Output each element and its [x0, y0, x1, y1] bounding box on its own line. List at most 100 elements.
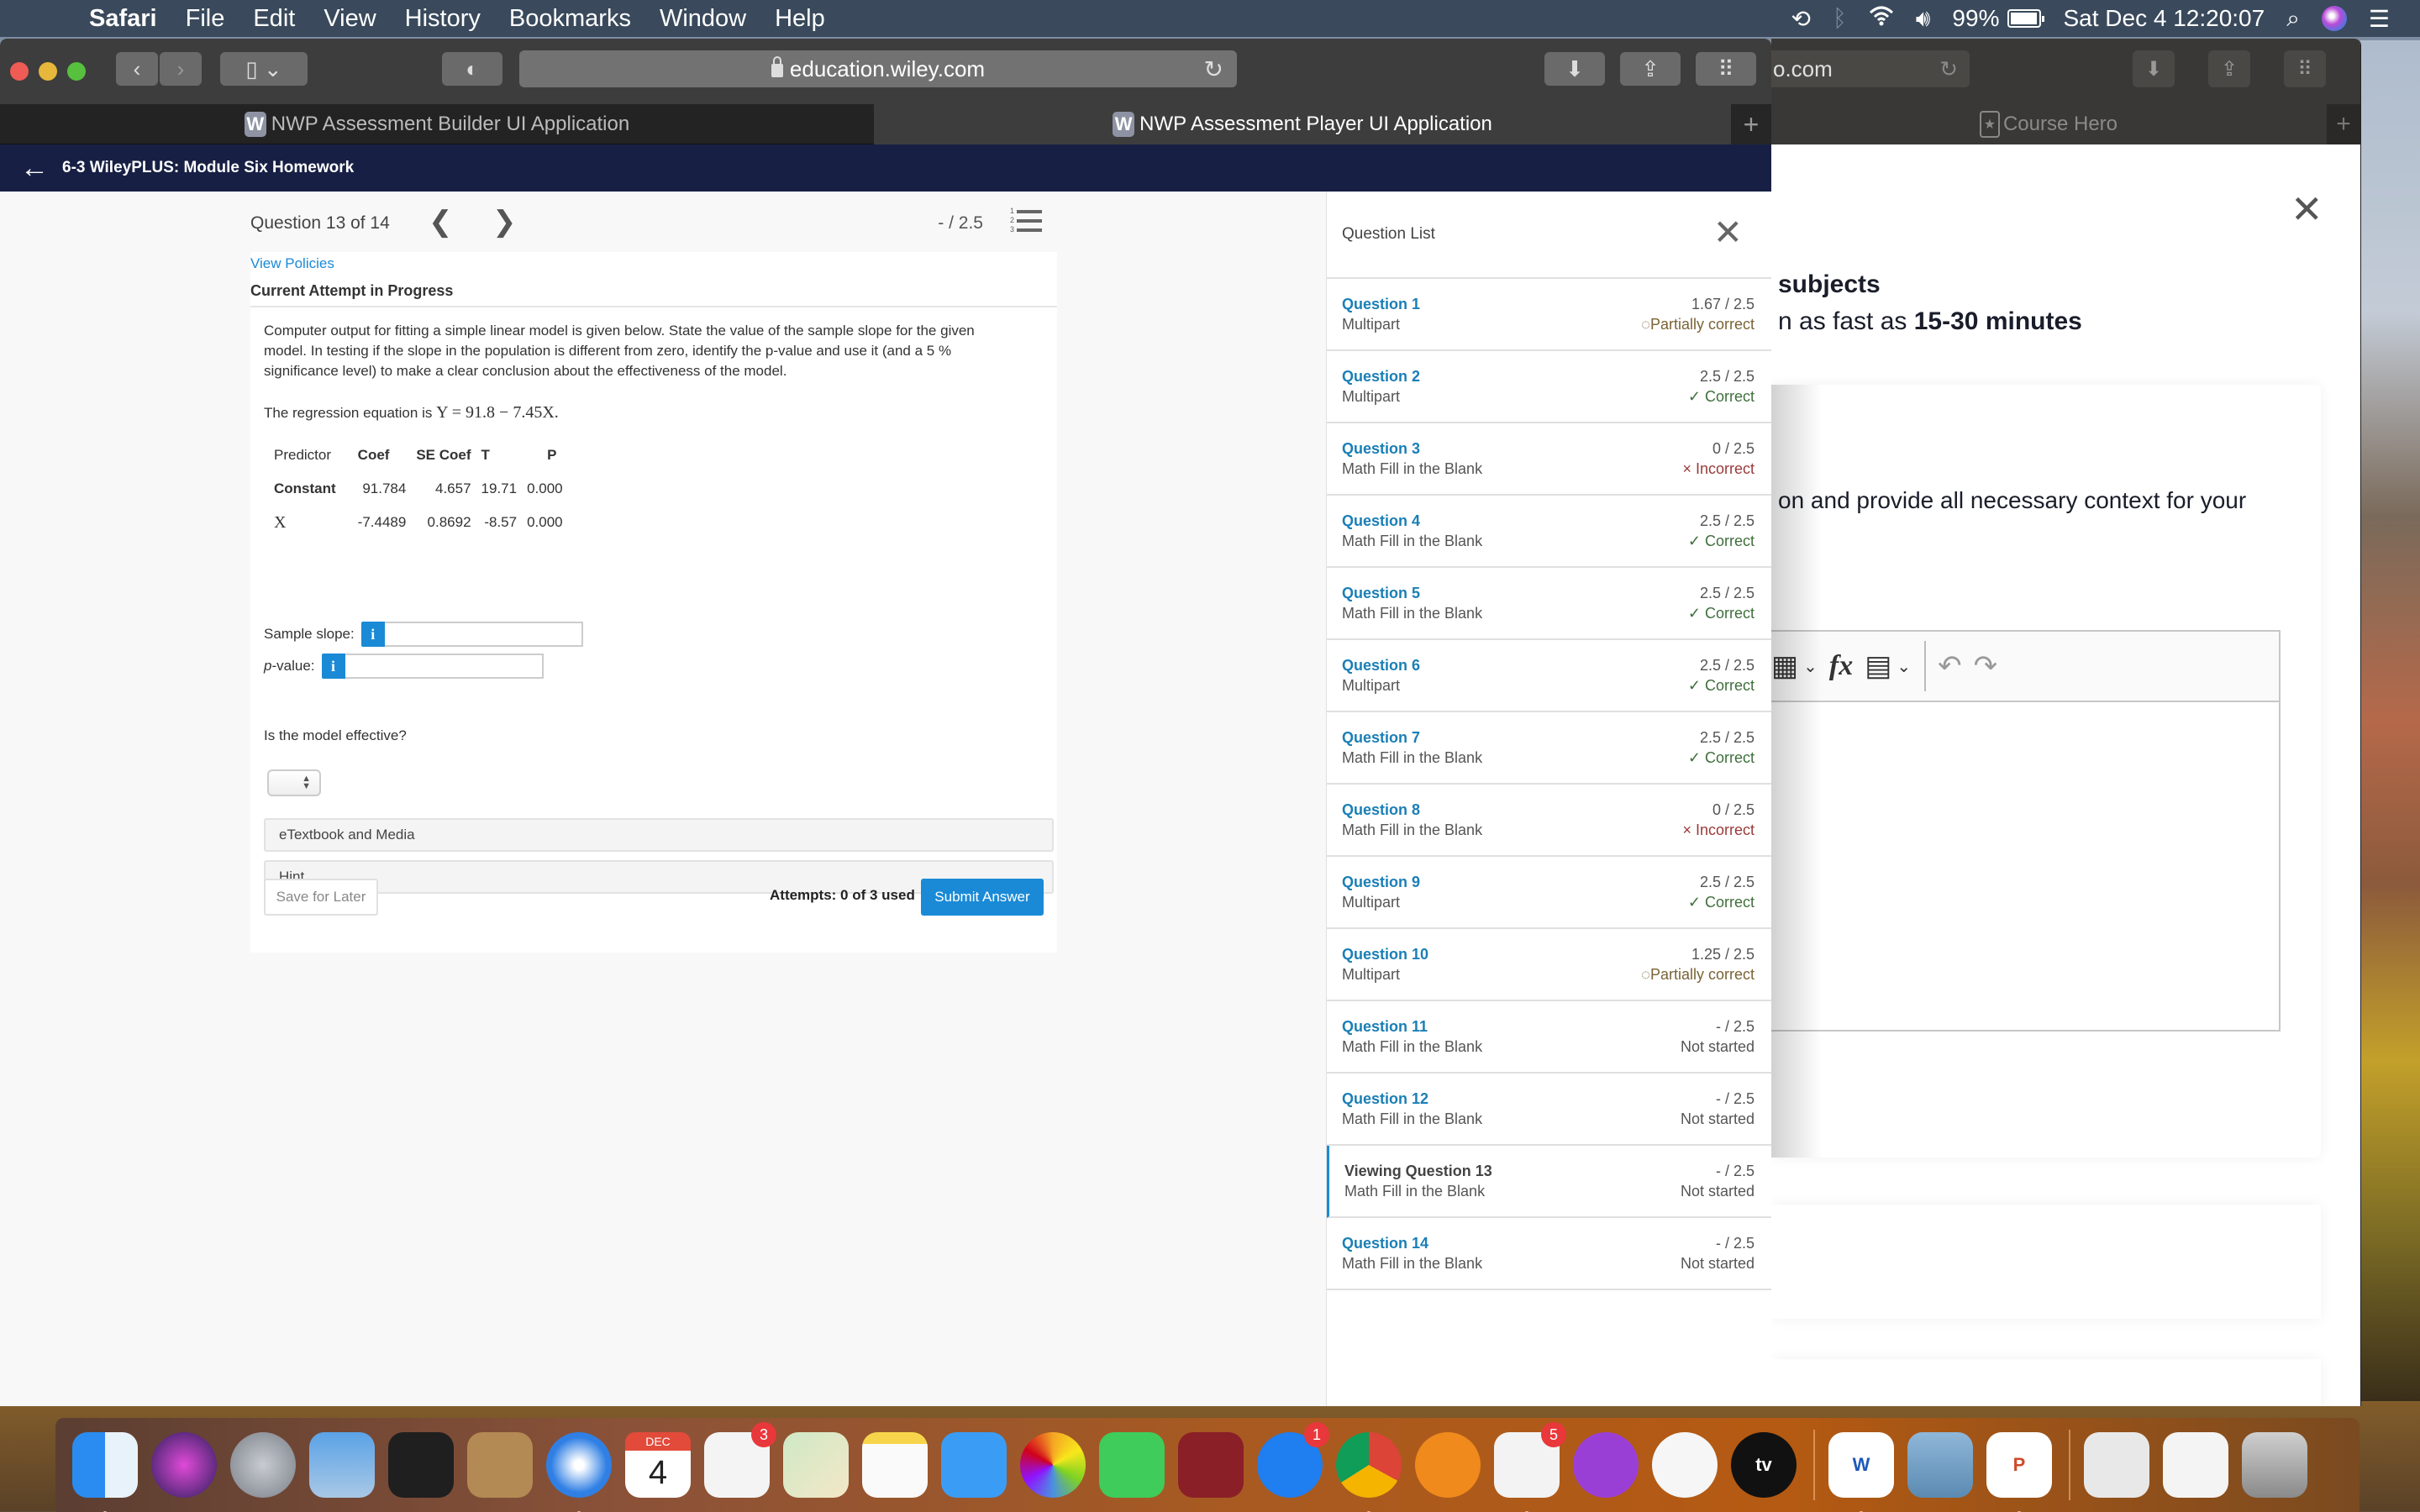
question-link[interactable]: Viewing Question 13 [1344, 1163, 1492, 1180]
question-list-item[interactable]: Question 12 Math Fill in the Blank - / 2.5… [1327, 1074, 1771, 1146]
question-list-item[interactable]: Question 10 Multipart 1.25 / 2.5 ◌Partially… [1327, 929, 1771, 1001]
dock-mail-icon[interactable] [309, 1432, 375, 1498]
undo-icon[interactable]: ↶ [1938, 649, 1962, 683]
sample-slope-input[interactable] [384, 622, 583, 647]
question-link[interactable]: Question 1 [1342, 296, 1420, 313]
menu-help[interactable]: Help [775, 5, 825, 33]
wifi-icon[interactable] [1869, 5, 1894, 32]
question-list-item[interactable]: Question 7 Math Fill in the Blank 2.5 / 2.… [1327, 712, 1771, 785]
close-window-button[interactable] [10, 62, 29, 81]
etextbook-media-button[interactable]: eTextbook and Media [264, 818, 1054, 852]
question-link[interactable]: Question 3 [1342, 440, 1420, 458]
dock-powerpoint-icon[interactable]: P [1986, 1432, 2052, 1512]
rich-text-editor[interactable]: ▦ ⌄ fx ▤ ⌄ ↶ ↷ [1771, 630, 2281, 1032]
question-link[interactable]: Question 8 [1342, 801, 1420, 819]
dock-books-icon[interactable] [1415, 1432, 1481, 1498]
dock-finder-icon[interactable] [72, 1432, 138, 1512]
question-list-item[interactable]: Question 3 Math Fill in the Blank 0 / 2.5 ×… [1327, 423, 1771, 496]
volume-icon[interactable]: 🔊︎ [1916, 5, 1931, 33]
question-link[interactable]: Question 10 [1342, 946, 1428, 963]
dock-microsoft-autoupdate-icon[interactable]: 5 [1494, 1422, 1566, 1512]
menu-bookmarks[interactable]: Bookmarks [509, 5, 631, 33]
sidebar-toggle-button[interactable]: ▯ ⌄ [220, 52, 308, 86]
chevron-down-icon[interactable]: ⌄ [1897, 656, 1911, 677]
minimize-window-button[interactable] [39, 62, 57, 81]
info-icon[interactable]: i [321, 654, 345, 679]
dock-mission-control-icon[interactable] [388, 1432, 454, 1498]
reload-icon[interactable]: ↻ [1204, 55, 1223, 83]
question-link[interactable]: Question 12 [1342, 1090, 1428, 1108]
question-link[interactable]: Question 7 [1342, 729, 1420, 747]
dock-chrome-icon[interactable] [1336, 1432, 1402, 1512]
share-button[interactable]: ⇪ [2208, 50, 2250, 87]
siri-icon[interactable] [2321, 6, 2347, 31]
address-bar-secondary[interactable]: o.com ↻ [1771, 50, 1970, 87]
question-list-toggle-icon[interactable]: 1 2 3 [1010, 207, 1044, 235]
dock-podcasts-icon[interactable] [1573, 1432, 1639, 1498]
menu-edit[interactable]: Edit [253, 5, 295, 33]
view-policies-link[interactable]: View Policies [250, 255, 334, 272]
dock-news-icon[interactable] [1652, 1432, 1718, 1498]
clock[interactable]: Sat Dec 4 12:20:07 [2063, 5, 2265, 32]
question-list-item[interactable]: Question 8 Math Fill in the Blank 0 / 2.5 ×… [1327, 785, 1771, 857]
dock-reminders-icon[interactable]: 3 [704, 1422, 776, 1498]
dock-safari-icon[interactable] [546, 1432, 612, 1512]
share-button[interactable]: ⇪ [1620, 52, 1681, 86]
menu-history[interactable]: History [405, 5, 481, 33]
menu-file[interactable]: File [186, 5, 225, 33]
code-snippet-icon[interactable]: ▤ [1865, 649, 1891, 683]
question-list-item[interactable]: Question 11 Math Fill in the Blank - / 2.5… [1327, 1001, 1771, 1074]
dock-document-stack-icon[interactable] [2084, 1432, 2149, 1498]
submit-answer-button[interactable]: Submit Answer [921, 879, 1044, 916]
question-list-item[interactable]: Question 9 Multipart 2.5 / 2.5 ✓ Correct [1327, 857, 1771, 929]
dock-launchpad-icon[interactable] [230, 1432, 296, 1498]
question-list-item[interactable]: Viewing Question 13 Math Fill in the Blan… [1327, 1146, 1771, 1218]
menu-app-name[interactable]: Safari [89, 5, 157, 33]
question-link[interactable]: Question 4 [1342, 512, 1420, 530]
dock-calendar-icon[interactable]: 4 DEC [625, 1432, 691, 1498]
question-link[interactable]: Question 2 [1342, 368, 1420, 386]
formula-icon[interactable]: fx [1829, 650, 1853, 682]
previous-question-button[interactable]: ❮ [429, 205, 453, 239]
dock-apple-tv-icon[interactable]: tv [1731, 1432, 1797, 1498]
question-list-item[interactable]: Question 6 Multipart 2.5 / 2.5 ✓ Correct [1327, 640, 1771, 712]
battery-icon[interactable] [2007, 9, 2045, 28]
effective-select[interactable]: ▲ ▼ [267, 769, 321, 796]
dock-safari-window-icon[interactable] [2163, 1432, 2228, 1498]
dock-word-icon[interactable]: W [1828, 1432, 1894, 1512]
dock-contacts-icon[interactable] [467, 1432, 533, 1498]
forward-button[interactable]: › [160, 52, 202, 86]
tab-overview-button[interactable]: ⠿ [1696, 52, 1756, 86]
breadcrumb[interactable]: 6-3 WileyPLUS: Module Six Homework [62, 159, 354, 177]
privacy-report-button[interactable]: ◐ [442, 52, 502, 86]
address-bar[interactable]: education.wiley.com ↻ [519, 50, 1237, 87]
info-icon[interactable]: i [360, 622, 385, 647]
question-list-item[interactable]: Question 4 Math Fill in the Blank 2.5 / 2.… [1327, 496, 1771, 568]
menu-window[interactable]: Window [660, 5, 746, 33]
dock-facetime-icon[interactable] [1099, 1432, 1165, 1498]
question-link[interactable]: Question 11 [1342, 1018, 1428, 1036]
question-link[interactable]: Question 9 [1342, 874, 1420, 891]
downloads-button[interactable]: ⬇ [1544, 52, 1605, 86]
question-list-item[interactable]: Question 2 Multipart 2.5 / 2.5 ✓ Correct [1327, 351, 1771, 423]
tab-assessment-player[interactable]: W NWP Assessment Player UI Application [874, 104, 1731, 144]
menu-view[interactable]: View [324, 5, 376, 33]
bluetooth-icon[interactable]: ᛒ [1833, 5, 1847, 32]
time-machine-icon[interactable]: ⟲ [1791, 5, 1811, 33]
question-link[interactable]: Question 5 [1342, 585, 1420, 602]
tab-assessment-builder[interactable]: W NWP Assessment Builder UI Application [0, 104, 874, 144]
dock-preview-icon[interactable] [1907, 1432, 1973, 1498]
new-tab-button[interactable]: + [2327, 104, 2360, 144]
save-for-later-button[interactable]: Save for Later [264, 879, 378, 916]
dock-app-store-icon[interactable]: 1 [1257, 1422, 1329, 1498]
dock-siri-icon[interactable] [151, 1432, 217, 1498]
dock-photos-icon[interactable] [1020, 1432, 1086, 1498]
notification-center-icon[interactable]: ☰ [2369, 5, 2390, 33]
question-list-item[interactable]: Question 5 Math Fill in the Blank 2.5 / 2.… [1327, 568, 1771, 640]
back-arrow-icon[interactable]: ← [20, 152, 49, 185]
back-button[interactable]: ‹ [116, 52, 158, 86]
dock-messages-icon[interactable] [941, 1432, 1007, 1498]
tab-overview-button[interactable]: ⠿ [2284, 50, 2326, 87]
close-icon[interactable]: ✕ [1713, 215, 1743, 250]
redo-icon[interactable]: ↷ [1974, 649, 1998, 683]
